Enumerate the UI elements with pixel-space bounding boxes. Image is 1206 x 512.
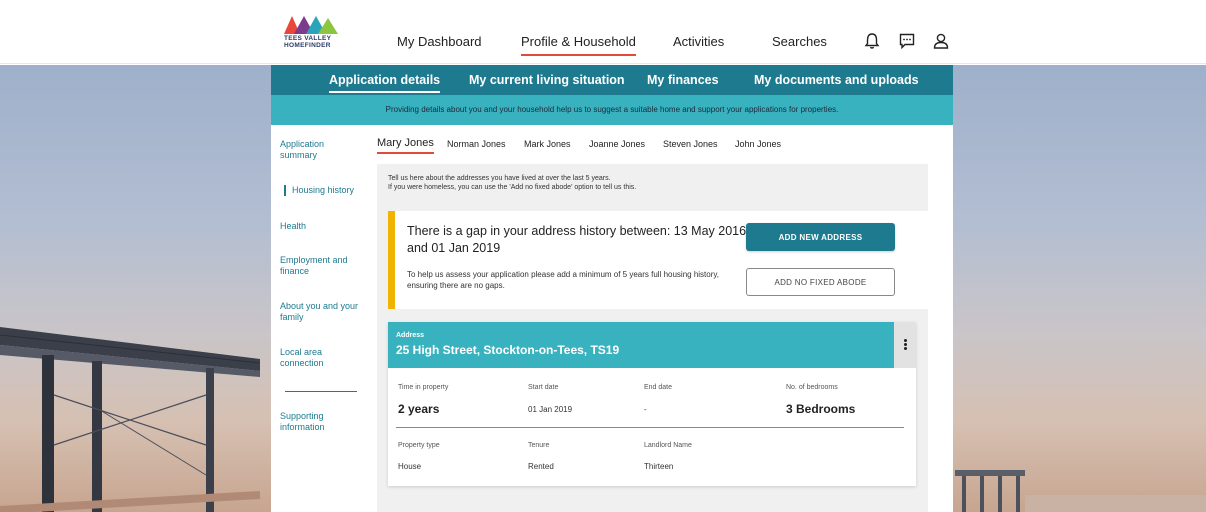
application-subnav: Application details My current living si… xyxy=(271,65,953,95)
add-new-address-button[interactable]: ADD NEW ADDRESS xyxy=(746,223,895,251)
property-type-value: House xyxy=(398,462,422,471)
person-tab-john-jones[interactable]: John Jones xyxy=(735,139,781,149)
subnav-my-finances[interactable]: My finances xyxy=(647,73,719,87)
tenure-value: Rented xyxy=(528,462,554,471)
subnav-documents-uploads[interactable]: My documents and uploads xyxy=(754,73,919,87)
nav-activities[interactable]: Activities xyxy=(673,34,724,49)
address-card-header: Address 25 High Street, Stockton-on-Tees… xyxy=(388,322,894,368)
sidebar-item-employment-finance[interactable]: Employment and finance xyxy=(280,255,360,277)
landlord-name-value: Thirteen xyxy=(644,462,674,471)
intro-text: Tell us here about the addresses you hav… xyxy=(388,175,637,191)
add-no-fixed-abode-button[interactable]: ADD NO FIXED ABODE xyxy=(746,268,895,296)
top-bar: TEES VALLEY HOMEFINDER My Dashboard Prof… xyxy=(0,0,1206,64)
housing-history-content: Tell us here about the addresses you hav… xyxy=(377,164,929,512)
user-icon[interactable] xyxy=(932,32,950,50)
nav-searches[interactable]: Searches xyxy=(772,34,827,49)
sidebar-item-health[interactable]: Health xyxy=(280,221,360,232)
sidebar-item-housing-history[interactable]: Housing history xyxy=(284,185,364,196)
nav-profile-household[interactable]: Profile & Household xyxy=(521,34,636,56)
subnav-application-details[interactable]: Application details xyxy=(329,73,441,93)
address-divider xyxy=(396,427,904,428)
sidebar-divider xyxy=(285,391,357,392)
person-tab-mary-jones[interactable]: Mary Jones xyxy=(377,137,434,154)
time-in-property-label: Time in property xyxy=(398,384,449,391)
logo-text: TEES VALLEY HOMEFINDER xyxy=(284,35,332,49)
person-tab-norman-jones[interactable]: Norman Jones xyxy=(447,139,506,149)
tees-valley-logo[interactable]: TEES VALLEY HOMEFINDER xyxy=(284,14,338,50)
bell-icon[interactable] xyxy=(863,32,881,50)
sidebar-item-local-area-connection[interactable]: Local area connection xyxy=(280,347,360,369)
sidebar-item-supporting-information[interactable]: Supporting information xyxy=(280,411,360,433)
end-date-label: End date xyxy=(644,384,673,391)
time-in-property-value: 2 years xyxy=(398,402,440,416)
main-panel: Application details My current living si… xyxy=(271,65,953,512)
sidebar-item-application-summary[interactable]: Application summary xyxy=(280,139,360,161)
end-date-value: - xyxy=(644,405,647,414)
sidebar-item-about-you-family[interactable]: About you and your family xyxy=(280,301,360,323)
person-tab-mark-jones[interactable]: Mark Jones xyxy=(524,139,571,149)
nav-my-dashboard[interactable]: My Dashboard xyxy=(397,34,482,49)
address-line: 25 High Street, Stockton-on-Tees, TS19 xyxy=(396,343,620,357)
address-gap-alert: There is a gap in your address history b… xyxy=(388,211,929,309)
address-card: Address 25 High Street, Stockton-on-Tees… xyxy=(388,322,916,486)
address-more-options-icon[interactable] xyxy=(894,322,916,368)
bedrooms-value: 3 Bedrooms xyxy=(786,402,856,416)
person-tab-joanne-jones[interactable]: Joanne Jones xyxy=(589,139,645,149)
bedrooms-label: No. of bedrooms xyxy=(786,384,838,391)
subnav-living-situation[interactable]: My current living situation xyxy=(469,73,625,87)
property-type-label: Property type xyxy=(398,442,440,449)
chat-icon[interactable] xyxy=(898,32,916,50)
gap-alert-title: There is a gap in your address history b… xyxy=(407,224,747,255)
tenure-label: Tenure xyxy=(528,442,550,449)
start-date-label: Start date xyxy=(528,384,559,391)
logo-mark-icon xyxy=(284,16,338,34)
person-tab-steven-jones[interactable]: Steven Jones xyxy=(663,139,718,149)
gap-alert-description: To help us assess your application pleas… xyxy=(407,270,720,290)
banner-text: Providing details about you and your hou… xyxy=(385,105,839,114)
start-date-value: 01 Jan 2019 xyxy=(528,405,573,414)
info-banner: Providing details about you and your hou… xyxy=(271,95,953,125)
address-kicker: Address xyxy=(396,332,425,339)
landlord-name-label: Landlord Name xyxy=(644,442,692,449)
